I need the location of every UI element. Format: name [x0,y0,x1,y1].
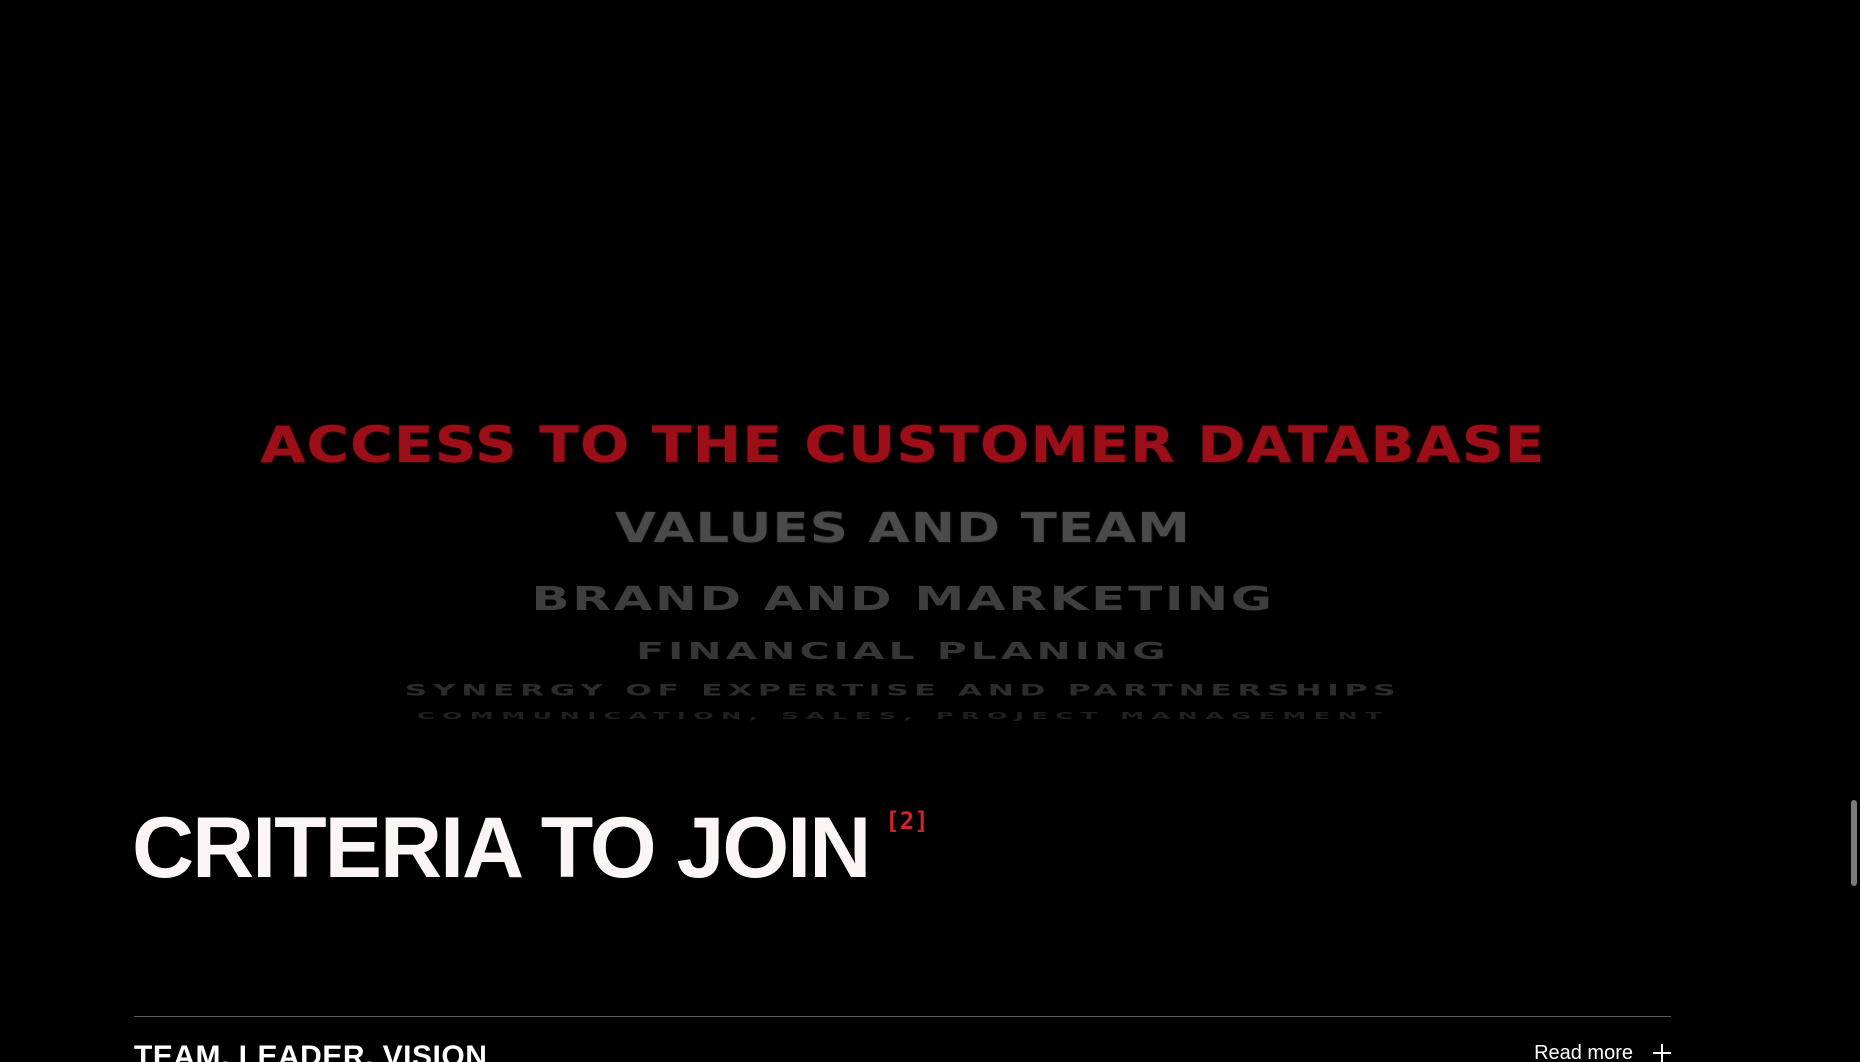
benefit-item: BRAND AND MARKETING [531,580,1275,618]
section-title: CRITERIA TO JOIN [132,800,871,896]
section-count-badge: [2] [885,807,929,835]
read-more-label: Read more [1534,1042,1633,1062]
divider [134,1016,1671,1017]
benefits-list: ACCESS TO THE CUSTOMER DATABASE VALUES A… [0,410,1806,726]
benefit-item: SYNERGY OF EXPERTISE AND PARTNERSHIPS [404,681,1402,700]
benefit-item: FINANCIAL PLANING [636,637,1170,666]
read-more-button[interactable]: Read more [1534,1040,1671,1062]
criteria-heading: CRITERIA TO JOIN [2] [132,800,929,896]
accordion-item[interactable]: TEAM, LEADER, VISION Read more [134,1040,1671,1062]
scrollbar-track[interactable] [1848,0,1860,1062]
scrollbar-thumb[interactable] [1851,800,1857,886]
page: ACCESS TO THE CUSTOMER DATABASE VALUES A… [0,0,1860,1062]
accordion-item-title: TEAM, LEADER, VISION [134,1040,488,1062]
benefit-item-active: ACCESS TO THE CUSTOMER DATABASE [260,416,1546,474]
benefit-item: VALUES AND TEAM [614,504,1191,553]
benefit-item: COMMUNICATION, SALES, PROJECT MANAGEMENT [416,709,1390,722]
plus-icon [1653,1044,1671,1062]
